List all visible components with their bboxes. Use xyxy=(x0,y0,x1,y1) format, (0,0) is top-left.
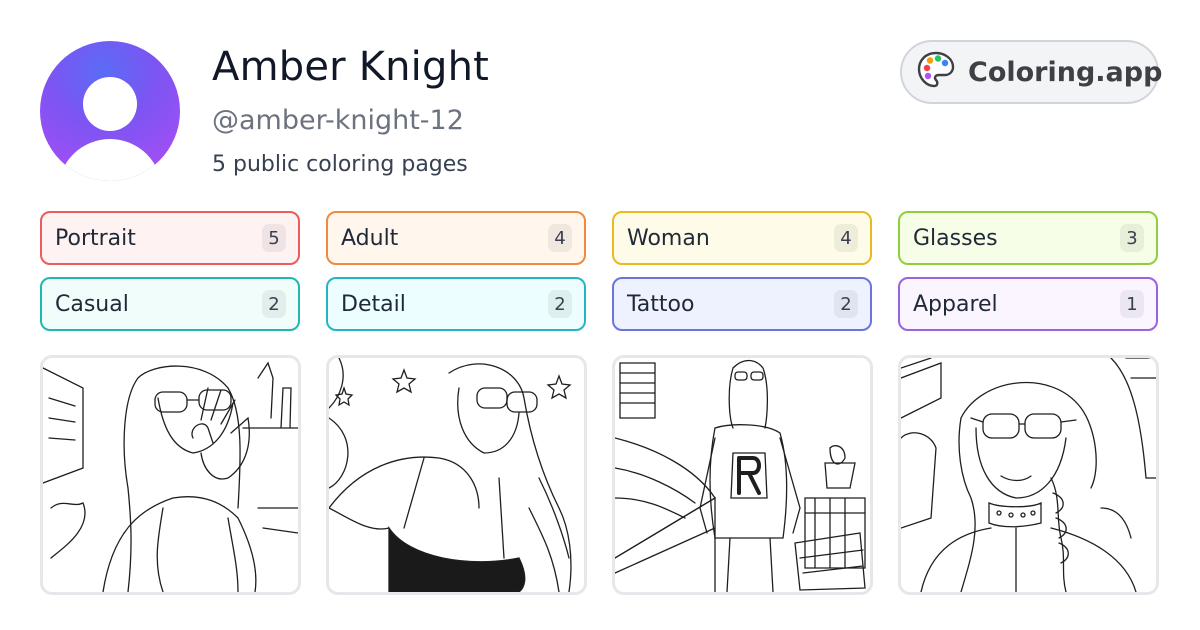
coloring-page-thumbnail[interactable] xyxy=(40,355,301,595)
tag-count: 2 xyxy=(548,290,572,318)
woman-blowing-kiss-sketch xyxy=(43,361,298,592)
tag-count: 4 xyxy=(834,224,858,252)
page-count: 5 public coloring pages xyxy=(212,152,468,177)
woman-car-portrait-sketch xyxy=(901,358,1156,592)
thumbnail-grid xyxy=(40,355,1159,595)
coloring-page-thumbnail[interactable] xyxy=(326,355,587,595)
tag-chip[interactable]: Woman 4 xyxy=(612,211,872,265)
profile-name: Amber Knight xyxy=(212,44,490,90)
tag-count: 3 xyxy=(1120,224,1144,252)
tag-chip[interactable]: Portrait 5 xyxy=(40,211,300,265)
tag-list: Portrait 5 Adult 4 Woman 4 Glasses 3 Cas… xyxy=(40,211,1160,331)
tag-name: Woman xyxy=(627,225,710,251)
avatar xyxy=(40,41,180,181)
tag-chip[interactable]: Apparel 1 xyxy=(898,277,1158,331)
tag-chip[interactable]: Glasses 3 xyxy=(898,211,1158,265)
tag-name: Detail xyxy=(341,291,406,317)
tag-name: Apparel xyxy=(913,291,998,317)
woman-selfie-bedroom-sketch xyxy=(329,358,572,592)
tag-count: 4 xyxy=(548,224,572,252)
tag-name: Casual xyxy=(55,291,129,317)
coloring-page-thumbnail[interactable] xyxy=(612,355,873,595)
user-avatar-icon xyxy=(83,77,137,131)
tag-count: 2 xyxy=(262,290,286,318)
tag-count: 1 xyxy=(1120,290,1144,318)
profile-handle: @amber-knight-12 xyxy=(212,105,464,136)
tag-name: Glasses xyxy=(913,225,998,251)
brand-badge[interactable]: Coloring.app xyxy=(900,40,1163,104)
tag-count: 2 xyxy=(834,290,858,318)
woman-letter-sweater-sketch xyxy=(615,359,866,592)
tag-name: Adult xyxy=(341,225,399,251)
tag-name: Portrait xyxy=(55,225,136,251)
palette-icon xyxy=(916,50,956,94)
brand-label: Coloring.app xyxy=(968,56,1163,88)
tag-chip[interactable]: Tattoo 2 xyxy=(612,277,872,331)
tag-count: 5 xyxy=(262,224,286,252)
tag-chip[interactable]: Casual 2 xyxy=(40,277,300,331)
tag-chip[interactable]: Adult 4 xyxy=(326,211,586,265)
tag-name: Tattoo xyxy=(627,291,695,317)
coloring-page-thumbnail[interactable] xyxy=(898,355,1159,595)
tag-chip[interactable]: Detail 2 xyxy=(326,277,586,331)
